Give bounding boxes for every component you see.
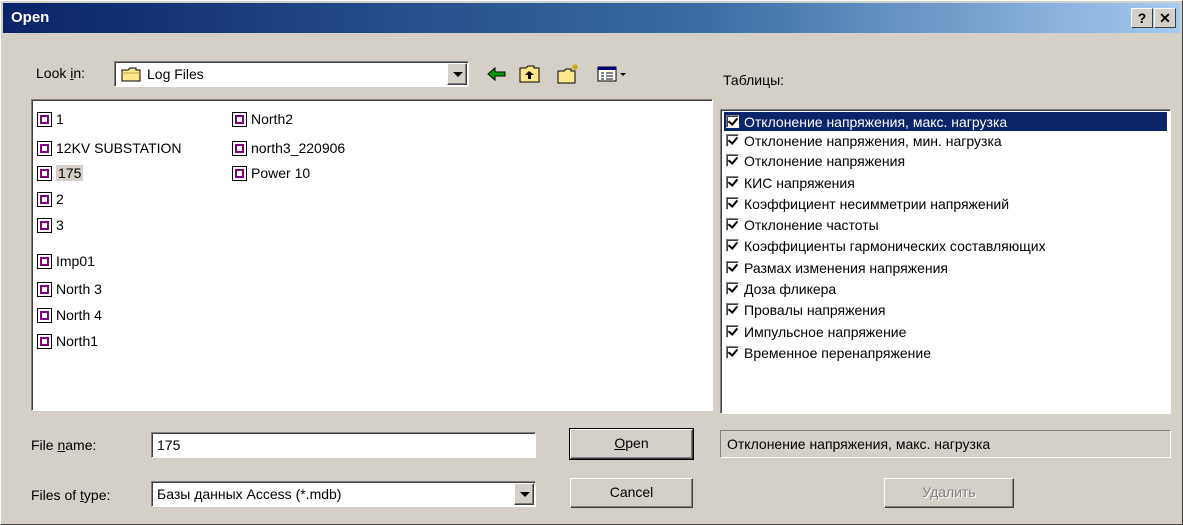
access-file-icon [37, 191, 52, 207]
list-item[interactable]: 12KV SUBSTATION [37, 137, 182, 159]
file-type-label: Files of type: [31, 487, 111, 503]
access-file-icon [232, 111, 247, 127]
checkbox[interactable] [726, 176, 739, 189]
help-button[interactable]: ? [1131, 8, 1153, 28]
checkbox[interactable] [726, 282, 739, 295]
look-in-combo[interactable]: Log Files [114, 61, 469, 87]
help-icon: ? [1137, 10, 1147, 26]
table-checkbox-item[interactable]: Провалы напряжения [724, 300, 1167, 319]
access-file-icon [37, 140, 52, 156]
cancel-button[interactable]: Cancel [570, 478, 693, 508]
access-file-icon [37, 217, 52, 233]
file-list[interactable]: 1 12KV SUBSTATION 175 2 3 Imp01 North 3 … [31, 99, 713, 411]
window-title: Open [11, 9, 50, 26]
table-checkbox-item[interactable]: Размах изменения напряжения [724, 258, 1167, 277]
access-file-icon [232, 165, 247, 181]
checkbox[interactable] [726, 197, 739, 210]
look-in-label: Look in: [36, 65, 86, 81]
title-bar[interactable]: Open ? ✕ [3, 3, 1180, 33]
checkbox[interactable] [726, 239, 739, 252]
file-type-dropdown-button[interactable] [514, 483, 534, 505]
table-checkbox-item[interactable]: Коэффициент несимметрии напряжений [724, 194, 1167, 213]
access-file-icon [37, 281, 52, 297]
table-checkbox-item[interactable]: КИС напряжения [724, 173, 1167, 192]
list-item[interactable]: North 4 [37, 304, 102, 326]
file-name-value: 175 [157, 437, 181, 453]
open-button[interactable]: Open [569, 428, 694, 460]
chevron-down-icon [453, 72, 463, 77]
selected-table-display: Отклонение напряжения, макс. нагрузка [720, 430, 1171, 458]
folder-icon [121, 67, 141, 82]
access-file-icon [37, 111, 52, 127]
chevron-down-icon [520, 492, 530, 497]
checkbox[interactable] [726, 261, 739, 274]
up-folder-icon[interactable] [518, 63, 542, 85]
look-in-value: Log Files [147, 66, 204, 82]
back-icon[interactable] [485, 63, 509, 85]
access-file-icon [37, 165, 52, 181]
new-folder-icon[interactable] [556, 63, 580, 85]
checkbox[interactable] [726, 115, 739, 128]
tables-list[interactable]: Отклонение напряжения, макс. нагрузка От… [720, 109, 1171, 414]
table-checkbox-item[interactable]: Импульсное напряжение [724, 322, 1167, 341]
table-checkbox-item[interactable]: Отклонение напряжения, макс. нагрузка [724, 112, 1167, 131]
table-checkbox-item[interactable]: Отклонение частоты [724, 215, 1167, 234]
file-name-input[interactable]: 175 [151, 432, 536, 458]
access-file-icon [232, 140, 247, 156]
view-menu-icon[interactable] [595, 63, 639, 85]
list-item[interactable]: North1 [37, 330, 98, 352]
file-type-select[interactable]: Базы данных Access (*.mdb) [151, 481, 536, 507]
access-file-icon [37, 307, 52, 323]
close-button[interactable]: ✕ [1154, 8, 1176, 28]
table-checkbox-item[interactable]: Отклонение напряжения [724, 151, 1167, 170]
look-in-dropdown-button[interactable] [447, 63, 467, 85]
list-item[interactable]: 3 [37, 214, 64, 236]
list-item[interactable]: 175 [37, 162, 84, 184]
file-name-label: File name: [31, 437, 97, 453]
checkbox[interactable] [726, 346, 739, 359]
table-checkbox-item[interactable]: Отклонение напряжения, мин. нагрузка [724, 131, 1167, 150]
table-checkbox-item[interactable]: Коэффициенты гармонических составляющих [724, 236, 1167, 255]
checkbox[interactable] [726, 134, 739, 147]
access-file-icon [37, 253, 52, 269]
checkbox[interactable] [726, 218, 739, 231]
list-item[interactable]: North2 [232, 108, 293, 130]
tables-label: Таблицы: [723, 72, 785, 88]
file-type-value: Базы данных Access (*.mdb) [157, 486, 342, 502]
close-icon: ✕ [1159, 10, 1171, 26]
checkbox[interactable] [726, 154, 739, 167]
delete-button[interactable]: Удалить [884, 478, 1014, 508]
list-item[interactable]: North 3 [37, 278, 102, 300]
list-item[interactable]: Power 10 [232, 162, 310, 184]
table-checkbox-item[interactable]: Временное перенапряжение [724, 343, 1167, 362]
list-item[interactable]: 1 [37, 108, 64, 130]
list-item[interactable]: 2 [37, 188, 64, 210]
checkbox[interactable] [726, 303, 739, 316]
table-checkbox-item[interactable]: Доза фликера [724, 279, 1167, 298]
list-item[interactable]: north3_220906 [232, 137, 345, 159]
checkbox[interactable] [726, 325, 739, 338]
access-file-icon [37, 333, 52, 349]
list-item[interactable]: Imp01 [37, 250, 95, 272]
open-dialog: Open ? ✕ Look in: Log Files Таблицы: 1 1… [0, 0, 1183, 525]
